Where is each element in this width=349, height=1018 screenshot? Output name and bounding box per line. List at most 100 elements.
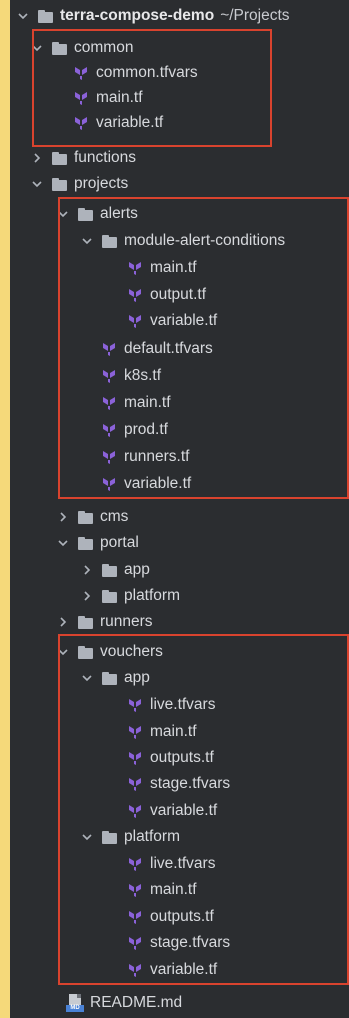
tree-item-runners[interactable]: runners: [10, 610, 349, 634]
tree-item-label: platform: [124, 828, 180, 845]
chevron-down-icon[interactable]: [16, 9, 30, 23]
tree-item-alerts-prod-tf[interactable]: prod.tf: [10, 418, 349, 442]
folder-icon: [76, 614, 94, 630]
terraform-file-icon: [126, 856, 144, 872]
chevron-down-icon[interactable]: [80, 234, 94, 248]
tree-item-va-stage-tfvars[interactable]: stage.tfvars: [10, 772, 349, 796]
tree-item-alerts-k8s-tf[interactable]: k8s.tf: [10, 364, 349, 388]
root-folder-label: terra-compose-demo: [60, 7, 215, 24]
tree-item-alerts-variable-tf[interactable]: variable.tf: [10, 472, 349, 496]
terraform-file-icon: [72, 90, 90, 106]
chevron-down-icon[interactable]: [30, 41, 44, 55]
tree-item-label: functions: [74, 149, 137, 166]
chevron-right-icon[interactable]: [80, 563, 94, 577]
tree-item-label: main.tf: [96, 89, 143, 106]
chevron-right-icon[interactable]: [80, 589, 94, 603]
tree-item-label: common.tfvars: [96, 64, 198, 81]
tree-item-alerts-runners-tf[interactable]: runners.tf: [10, 445, 349, 469]
chevron-right-icon[interactable]: [30, 151, 44, 165]
folder-icon: [100, 588, 118, 604]
terraform-file-icon: [126, 697, 144, 713]
tree-item-common[interactable]: common: [10, 36, 349, 60]
tree-item-va-live-tfvars[interactable]: live.tfvars: [10, 693, 349, 717]
terraform-file-icon: [126, 776, 144, 792]
chevron-down-icon[interactable]: [80, 671, 94, 685]
tree-item-functions[interactable]: functions: [10, 146, 349, 170]
tree-item-vouchers[interactable]: vouchers: [10, 640, 349, 664]
folder-icon: [36, 8, 54, 24]
chevron-down-icon[interactable]: [80, 830, 94, 844]
terraform-file-icon: [100, 476, 118, 492]
tree-item-alerts-default-tfvars[interactable]: default.tfvars: [10, 337, 349, 361]
tree-item-label: outputs.tf: [150, 749, 214, 766]
tree-item-vp-live-tfvars[interactable]: live.tfvars: [10, 852, 349, 876]
terraform-file-icon: [100, 341, 118, 357]
tree-item-mac-output-tf[interactable]: output.tf: [10, 283, 349, 307]
folder-icon: [50, 150, 68, 166]
terraform-file-icon: [100, 422, 118, 438]
tree-item-common-main-tf[interactable]: main.tf: [10, 86, 349, 110]
folder-icon: [76, 509, 94, 525]
tree-item-mac-variable-tf[interactable]: variable.tf: [10, 309, 349, 333]
terraform-file-icon: [126, 909, 144, 925]
tree-item-alerts[interactable]: alerts: [10, 202, 349, 226]
tree-item-readme-md[interactable]: MD README.md: [10, 991, 349, 1015]
chevron-right-icon[interactable]: [56, 615, 70, 629]
tree-item-label: vouchers: [100, 643, 163, 660]
tree-item-label: live.tfvars: [150, 855, 216, 872]
tree-item-mac-main-tf[interactable]: main.tf: [10, 256, 349, 280]
chevron-right-icon[interactable]: [56, 510, 70, 524]
terraform-file-icon: [100, 395, 118, 411]
tree-item-common-tfvars[interactable]: common.tfvars: [10, 61, 349, 85]
terraform-file-icon: [72, 65, 90, 81]
tree-item-projects[interactable]: projects: [10, 172, 349, 196]
tree-item-common-variable-tf[interactable]: variable.tf: [10, 111, 349, 135]
tree-item-label: app: [124, 669, 150, 686]
folder-icon: [76, 206, 94, 222]
tree-item-label: runners.tf: [124, 448, 190, 465]
tree-item-label: platform: [124, 587, 180, 604]
tree-item-alerts-main-tf[interactable]: main.tf: [10, 391, 349, 415]
terraform-file-icon: [100, 449, 118, 465]
tree-item-label: alerts: [100, 205, 138, 222]
tree-item-vp-outputs-tf[interactable]: outputs.tf: [10, 905, 349, 929]
folder-icon: [100, 829, 118, 845]
terraform-file-icon: [72, 115, 90, 131]
tree-item-vp-variable-tf[interactable]: variable.tf: [10, 958, 349, 982]
tree-item-vouchers-platform[interactable]: platform: [10, 825, 349, 849]
terraform-file-icon: [126, 803, 144, 819]
tree-item-label: default.tfvars: [124, 340, 213, 357]
tree-item-label: app: [124, 561, 150, 578]
terraform-file-icon: [126, 882, 144, 898]
chevron-down-icon[interactable]: [56, 536, 70, 550]
chevron-down-icon[interactable]: [56, 645, 70, 659]
tree-item-module-alert-conditions[interactable]: module-alert-conditions: [10, 229, 349, 253]
tree-item-portal-app[interactable]: app: [10, 558, 349, 582]
tree-item-portal[interactable]: portal: [10, 531, 349, 555]
tree-item-va-variable-tf[interactable]: variable.tf: [10, 799, 349, 823]
tree-item-vp-stage-tfvars[interactable]: stage.tfvars: [10, 931, 349, 955]
root-folder-path: ~/Projects: [220, 7, 290, 24]
chevron-down-icon[interactable]: [30, 177, 44, 191]
tree-item-va-main-tf[interactable]: main.tf: [10, 720, 349, 744]
tree-item-portal-platform[interactable]: platform: [10, 584, 349, 608]
tree-item-label: variable.tf: [150, 802, 218, 819]
folder-icon: [100, 233, 118, 249]
tree-item-vp-main-tf[interactable]: main.tf: [10, 878, 349, 902]
tree-root-terra-compose-demo[interactable]: terra-compose-demo ~/Projects: [10, 4, 349, 28]
tree-item-vouchers-app[interactable]: app: [10, 666, 349, 690]
folder-icon: [76, 535, 94, 551]
tree-item-label: main.tf: [124, 394, 171, 411]
terraform-file-icon: [126, 260, 144, 276]
terraform-file-icon: [126, 287, 144, 303]
terraform-file-icon: [100, 368, 118, 384]
tree-item-cms[interactable]: cms: [10, 505, 349, 529]
tree-item-label: outputs.tf: [150, 908, 214, 925]
terraform-file-icon: [126, 962, 144, 978]
terraform-file-icon: [126, 313, 144, 329]
chevron-down-icon[interactable]: [56, 207, 70, 221]
tree-item-label: k8s.tf: [124, 367, 162, 384]
folder-icon: [50, 40, 68, 56]
tree-item-label: variable.tf: [150, 961, 218, 978]
tree-item-va-outputs-tf[interactable]: outputs.tf: [10, 746, 349, 770]
